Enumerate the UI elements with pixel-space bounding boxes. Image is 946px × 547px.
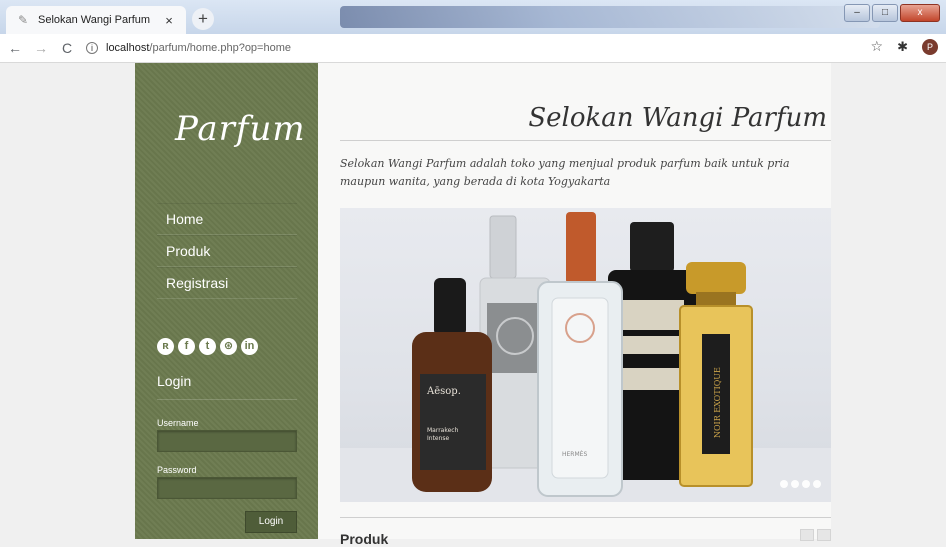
extensions-puzzle-icon[interactable]: ✱ [897,39,908,55]
slider-dot[interactable] [802,480,810,488]
hero-slider[interactable]: Aēsop. Marrakech Intense HERMÈS NOIR EXO… [340,208,831,502]
url-field[interactable]: i localhost/parfum/home.php?op=home [86,42,291,54]
browser-titlebar: ✎ Selokan Wangi Parfum × + – □ x [0,0,946,34]
new-tab-button[interactable]: + [192,8,214,30]
site-description: Selokan Wangi Parfum adalah toko yang me… [340,157,790,188]
bookmark-star-icon[interactable]: ☆ [871,38,884,55]
pager-prev-button[interactable] [800,529,814,541]
maximize-button[interactable]: □ [872,4,898,22]
slider-dot[interactable] [791,480,799,488]
slider-dots [780,480,821,488]
section-pager [800,529,831,541]
site-logo[interactable]: Parfum [175,109,306,149]
section-heading: Produk [340,531,389,547]
url-host: localhost [106,42,150,54]
url-path: /parfum/home.php?op=home [149,42,291,54]
slider-dot[interactable] [813,480,821,488]
browser-tab[interactable]: ✎ Selokan Wangi Parfum × [6,6,186,34]
svg-text:Marrakech: Marrakech [427,427,459,434]
profile-avatar[interactable]: P [922,38,938,55]
linkedin-icon[interactable]: in [241,338,258,355]
svg-text:Aēsop.: Aēsop. [426,386,461,397]
password-input[interactable] [157,477,297,499]
minimize-button[interactable]: – [844,4,870,22]
bottle-hermes: HERMÈS [537,212,623,497]
menu-item-home[interactable]: Home [157,203,297,235]
username-input[interactable] [157,430,297,452]
rss-icon[interactable]: ʀ [157,338,174,355]
title-divider [340,140,831,141]
reload-icon[interactable]: C [56,40,78,56]
page-favicon-icon: ✎ [17,13,29,27]
svg-text:HERMÈS: HERMÈS [562,450,587,458]
perfume-bottles-image: Aēsop. Marrakech Intense HERMÈS NOIR EXO… [340,212,831,502]
slider-dot[interactable] [780,480,788,488]
forward-arrow-icon[interactable]: → [30,40,52,56]
pager-next-button[interactable] [817,529,831,541]
password-label: Password [157,465,197,475]
site-title: Selokan Wangi Parfum [528,103,827,133]
social-links: ʀ f t ⊛ in [157,338,258,355]
blurred-window-title [340,6,880,28]
tab-close-icon[interactable]: × [162,13,176,28]
section-divider [340,517,831,518]
login-divider [157,399,297,400]
menu-item-registrasi[interactable]: Registrasi [157,267,297,299]
svg-text:NOIR EXOTIQUE: NOIR EXOTIQUE [713,367,722,438]
username-label: Username [157,418,199,428]
dribbble-icon[interactable]: ⊛ [220,338,237,355]
tab-title: Selokan Wangi Parfum [38,14,151,26]
login-title: Login [157,373,192,389]
address-bar: ← → C i localhost/parfum/home.php?op=hom… [0,34,946,63]
svg-text:Intense: Intense [427,435,450,442]
window-controls: – □ x [844,4,940,22]
sidebar: Parfum Home Produk Registrasi ʀ f t ⊛ in… [135,63,318,539]
close-window-button[interactable]: x [900,4,940,22]
back-arrow-icon[interactable]: ← [4,40,26,56]
twitter-icon[interactable]: t [199,338,216,355]
menu-item-produk[interactable]: Produk [157,235,297,267]
facebook-icon[interactable]: f [178,338,195,355]
browser-actions: ☆ ✱ P [871,38,938,55]
site-info-icon[interactable]: i [86,42,98,54]
page-body: Parfum Home Produk Registrasi ʀ f t ⊛ in… [0,63,946,547]
sidebar-menu: Home Produk Registrasi [157,203,297,299]
login-button[interactable]: Login [245,511,297,533]
main-content: Selokan Wangi Parfum Selokan Wangi Parfu… [318,63,831,547]
